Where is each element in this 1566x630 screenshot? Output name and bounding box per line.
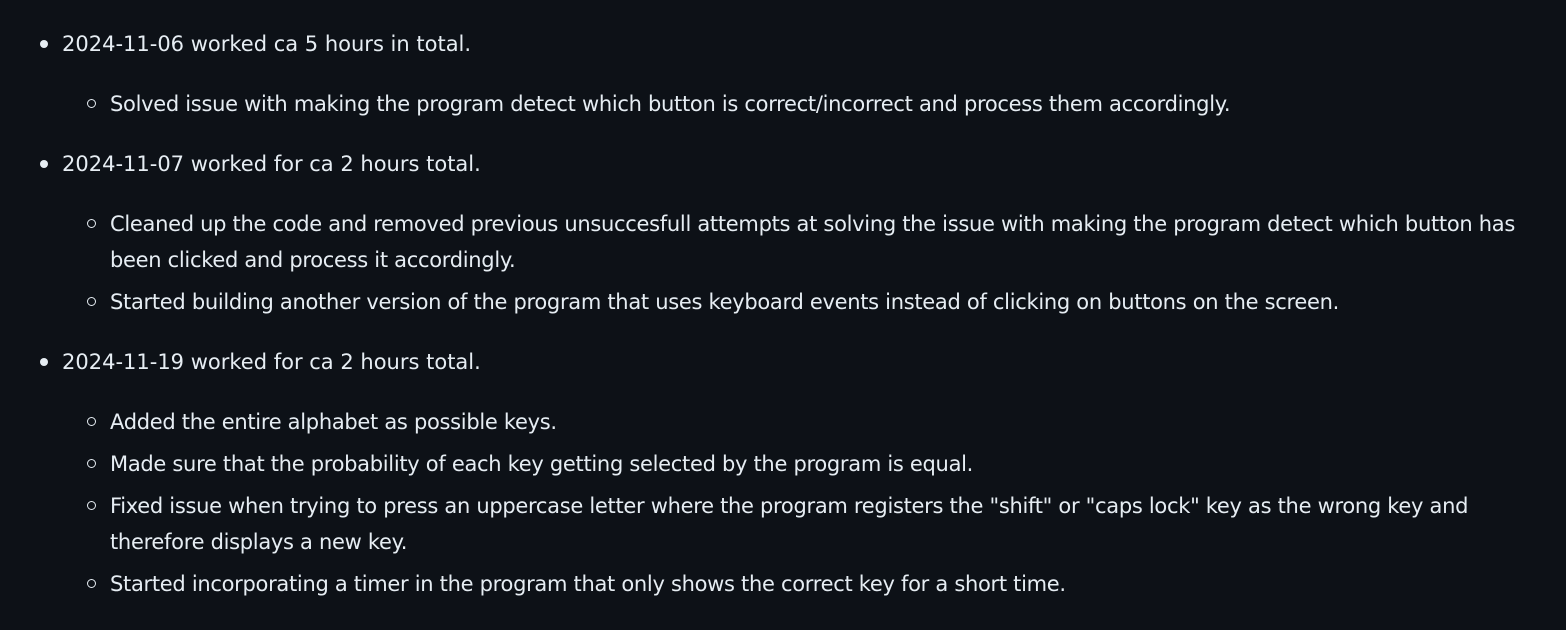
log-detail-text: Cleaned up the code and removed previous… [110, 212, 1515, 272]
log-detail-text: Made sure that the probability of each k… [110, 452, 974, 476]
log-entry-heading: 2024-11-06 worked ca 5 hours in total. [62, 32, 472, 56]
log-detail-item: Started building another version of the … [40, 284, 1528, 320]
bullet-disc-icon [40, 160, 48, 168]
work-log-list: 2024-11-06 worked ca 5 hours in total. S… [40, 26, 1526, 602]
bullet-circle-icon [87, 297, 96, 306]
bullet-circle-icon [87, 99, 96, 108]
log-entry: 2024-11-06 worked ca 5 hours in total. S… [40, 26, 1526, 122]
log-detail-text: Fixed issue when trying to press an uppe… [110, 494, 1469, 554]
log-detail-text: Started building another version of the … [110, 290, 1339, 314]
log-detail-item: Solved issue with making the program det… [40, 86, 1528, 122]
bullet-circle-icon [87, 417, 96, 426]
log-detail-item: Made sure that the probability of each k… [40, 446, 1528, 482]
bullet-disc-icon [40, 358, 48, 366]
log-entry-heading: 2024-11-07 worked for ca 2 hours total. [62, 152, 481, 176]
log-detail-item: Fixed issue when trying to press an uppe… [40, 488, 1528, 560]
log-detail-item: Cleaned up the code and removed previous… [40, 206, 1528, 278]
log-detail-text: Started incorporating a timer in the pro… [110, 572, 1066, 596]
bullet-circle-icon [87, 459, 96, 468]
log-detail-item: Added the entire alphabet as possible ke… [40, 404, 1528, 440]
bullet-circle-icon [87, 219, 96, 228]
bullet-disc-icon [40, 40, 48, 48]
work-log-document: 2024-11-06 worked ca 5 hours in total. S… [0, 0, 1566, 602]
log-entry-details: Solved issue with making the program det… [62, 86, 1526, 122]
log-entry: 2024-11-19 worked for ca 2 hours total. … [40, 344, 1526, 602]
log-entry: 2024-11-07 worked for ca 2 hours total. … [40, 146, 1526, 320]
log-entry-details: Added the entire alphabet as possible ke… [62, 404, 1526, 602]
bullet-circle-icon [87, 501, 96, 510]
log-detail-text: Solved issue with making the program det… [110, 92, 1231, 116]
bullet-circle-icon [87, 579, 96, 588]
log-detail-item: Started incorporating a timer in the pro… [40, 566, 1528, 602]
log-detail-text: Added the entire alphabet as possible ke… [110, 410, 557, 434]
log-entry-details: Cleaned up the code and removed previous… [62, 206, 1526, 320]
log-entry-heading: 2024-11-19 worked for ca 2 hours total. [62, 350, 481, 374]
